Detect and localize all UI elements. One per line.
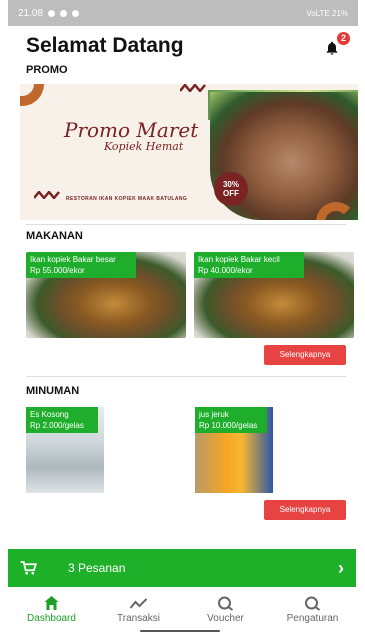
food-price: Rp 55.000/ekor <box>30 266 85 275</box>
drink-name: jus jeruk <box>199 410 229 419</box>
food-tag: Ikan kopiek Bakar besar Rp 55.000/ekor <box>26 252 136 278</box>
drink-price: Rp 10.000/gelas <box>199 421 258 430</box>
cart-bar[interactable]: 3 Pesanan › <box>8 549 356 587</box>
decor-arc <box>20 84 44 106</box>
settings-icon <box>305 596 321 611</box>
nav-voucher[interactable]: Voucher <box>182 595 269 634</box>
trend-icon <box>129 598 148 609</box>
status-time: 21.08 <box>18 7 44 19</box>
makanan-section-title: MAKANAN <box>26 230 83 242</box>
status-bar: 21.08 VoLTE 21% <box>8 0 358 26</box>
cart-icon <box>20 561 37 575</box>
drink-tag: jus jeruk Rp 10.000/gelas <box>195 407 267 433</box>
page-title: Selamat Datang <box>26 34 184 57</box>
nav-label: Voucher <box>207 613 244 624</box>
home-indicator <box>140 630 220 632</box>
promo-section-title: PROMO <box>26 64 68 76</box>
notification-badge: 2 <box>337 32 350 45</box>
food-price: Rp 40.000/ekor <box>198 266 253 275</box>
divider <box>26 224 346 225</box>
notification-dot-icon <box>60 9 68 17</box>
status-right: VoLTE 21% <box>306 8 348 18</box>
app-screen: 21.08 VoLTE 21% Selamat Datang 2 PROMO P… <box>8 0 358 634</box>
chevron-right-icon: › <box>338 557 344 578</box>
drink-card[interactable]: Es Kosong Rp 2.000/gelas <box>26 407 104 493</box>
home-icon <box>44 596 59 610</box>
food-card[interactable]: Ikan kopiek Bakar besar Rp 55.000/ekor <box>26 252 186 338</box>
notification-dot-icon <box>72 9 80 17</box>
food-name: Ikan kopiek Bakar besar <box>30 255 116 264</box>
minuman-more-button[interactable]: Selengkapnya <box>264 500 346 520</box>
banner-subtitle: Kopiek Hemat <box>104 140 184 153</box>
divider <box>26 376 346 377</box>
banner-restaurant: RESTORAN IKAN KOPIEK MAAK BATULANG <box>66 196 188 202</box>
nav-label: Pengaturan <box>286 613 339 624</box>
zigzag-decor <box>180 84 206 92</box>
bottom-nav: Dashboard Transaksi Voucher Pengaturan <box>8 595 356 634</box>
minuman-section-title: MINUMAN <box>26 385 80 397</box>
zigzag-decor <box>34 191 60 199</box>
nav-pengaturan[interactable]: Pengaturan <box>269 595 356 634</box>
banner-title: Promo Maret <box>64 118 199 142</box>
food-name: Ikan kopiek Bakar kecil <box>198 255 280 264</box>
food-tag: Ikan kopiek Bakar kecil Rp 40.000/ekor <box>194 252 304 278</box>
nav-label: Transaksi <box>117 613 160 624</box>
header: Selamat Datang 2 <box>8 26 358 64</box>
drink-name: Es Kosong <box>30 410 69 419</box>
voucher-icon <box>218 596 234 611</box>
makanan-more-button[interactable]: Selengkapnya <box>264 345 346 365</box>
promo-banner[interactable]: Promo Maret Kopiek Hemat RESTORAN IKAN K… <box>20 84 358 220</box>
drink-price: Rp 2.000/gelas <box>30 421 84 430</box>
drink-tag: Es Kosong Rp 2.000/gelas <box>26 407 98 433</box>
nav-transaksi[interactable]: Transaksi <box>95 595 182 634</box>
discount-badge: 30% OFF <box>214 172 248 206</box>
cart-count: 3 Pesanan <box>68 561 126 575</box>
nav-dashboard[interactable]: Dashboard <box>8 595 95 634</box>
nav-label: Dashboard <box>27 613 76 624</box>
food-card[interactable]: Ikan kopiek Bakar kecil Rp 40.000/ekor <box>194 252 354 338</box>
notification-dot-icon <box>48 9 56 17</box>
drink-card[interactable]: jus jeruk Rp 10.000/gelas <box>195 407 273 493</box>
